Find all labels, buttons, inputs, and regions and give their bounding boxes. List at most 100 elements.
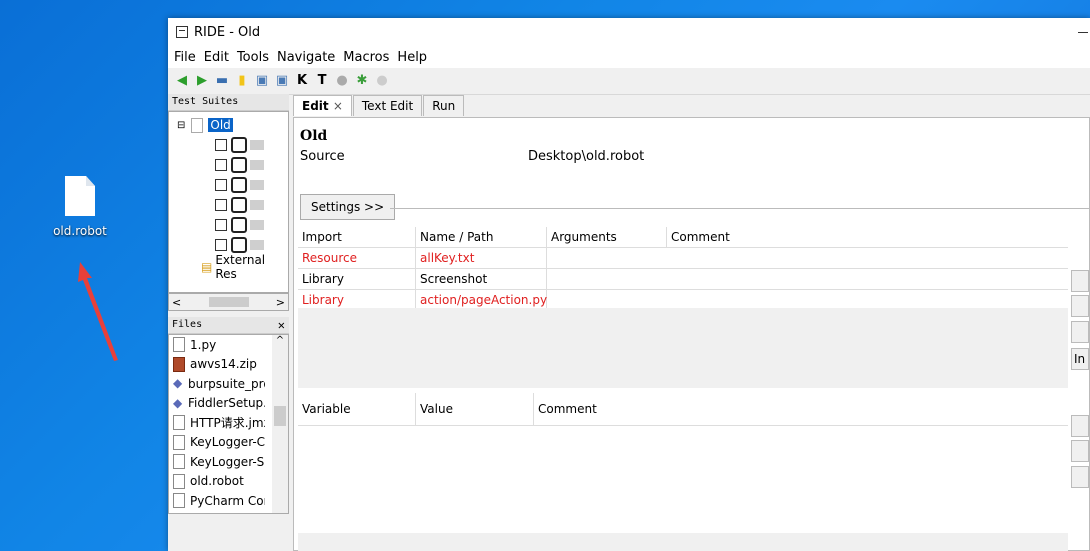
table-header: Import Name / Path Arguments Comment	[298, 227, 1068, 248]
menu-help[interactable]: Help	[397, 50, 427, 65]
testcase-icon	[231, 157, 247, 173]
scroll-thumb[interactable]	[274, 406, 286, 426]
text-icon[interactable]: T	[314, 73, 330, 89]
save-icon[interactable]: ▣	[254, 73, 270, 89]
toolbar: ◀ ▶ ▬ ▮ ▣ ▣ K T ● ✱ ●	[168, 68, 1090, 95]
table-row[interactable]: Library Screenshot	[298, 269, 1068, 290]
run-icon[interactable]: ●	[334, 73, 350, 89]
app-icon	[176, 26, 188, 38]
scroll-left-icon[interactable]: <	[172, 296, 181, 309]
tree-item[interactable]	[215, 136, 264, 154]
tree-item[interactable]	[215, 176, 264, 194]
import-path: allKey.txt	[416, 248, 547, 268]
file-item[interactable]: awvs14.zip	[169, 355, 265, 375]
close-icon[interactable]: ✕	[278, 317, 285, 333]
file-item[interactable]: KeyLogger-C	[169, 433, 265, 453]
side-button[interactable]	[1071, 295, 1089, 317]
table-header: Variable Value Comment	[298, 393, 1068, 426]
file-item[interactable]: old.robot	[169, 472, 265, 492]
text-file-icon	[173, 434, 185, 450]
files-list[interactable]: 1.py awvs14.zip ◆ burpsuite_pro ◆ FiddlerS…	[168, 334, 289, 514]
file-name: FiddlerSetup.	[188, 396, 265, 411]
files-vscroll[interactable]: ^	[272, 335, 288, 513]
scroll-up-icon[interactable]: ^	[272, 335, 288, 346]
file-icon	[65, 176, 95, 216]
new-file-icon[interactable]: ▮	[234, 73, 250, 89]
checkbox[interactable]	[215, 199, 227, 211]
tab-bar: Edit × Text Edit Run	[293, 94, 1090, 116]
side-button[interactable]	[1071, 321, 1089, 343]
tree-item[interactable]	[215, 216, 264, 234]
redacted-label	[250, 180, 264, 190]
menu-edit[interactable]: Edit	[204, 50, 229, 65]
side-button-in[interactable]: In	[1071, 348, 1089, 370]
menu-navigate[interactable]: Navigate	[277, 50, 335, 65]
checkbox[interactable]	[215, 239, 227, 251]
checkbox[interactable]	[215, 219, 227, 231]
imports-table[interactable]: Import Name / Path Arguments Comment Res…	[298, 227, 1068, 311]
suite-name: Old	[300, 128, 328, 144]
test-suites-tree[interactable]: ⊟ Old ▤ External Res	[168, 111, 289, 293]
file-item[interactable]: 1.py	[169, 335, 265, 355]
checkbox[interactable]	[215, 159, 227, 171]
redacted-label	[250, 200, 264, 210]
file-item[interactable]: HTTP请求.jmx	[169, 413, 265, 433]
scroll-right-icon[interactable]: >	[276, 296, 285, 309]
import-path: action/pageAction.py	[416, 290, 547, 310]
minimize-icon[interactable]	[1078, 31, 1088, 33]
debug-icon[interactable]: ✱	[354, 73, 370, 89]
file-item[interactable]: KeyLogger-S	[169, 452, 265, 472]
desktop-file-icon[interactable]: old.robot	[44, 176, 116, 238]
tree-hscroll[interactable]: < >	[168, 293, 289, 311]
col-import: Import	[298, 227, 416, 247]
file-item[interactable]: ◆ burpsuite_pro	[169, 374, 265, 394]
tree-root-label[interactable]: Old	[208, 118, 233, 132]
file-item[interactable]: ◆ FiddlerSetup.	[169, 394, 265, 414]
scroll-thumb[interactable]	[208, 297, 249, 307]
side-button[interactable]	[1071, 415, 1089, 437]
menu-tools[interactable]: Tools	[237, 50, 269, 65]
text-file-icon	[173, 415, 185, 431]
side-button[interactable]	[1071, 270, 1089, 292]
collapse-icon[interactable]: ⊟	[177, 120, 185, 131]
tree-item[interactable]	[215, 236, 264, 254]
zip-icon	[173, 356, 185, 372]
close-tab-icon[interactable]: ×	[333, 99, 343, 113]
files-title: Files	[172, 319, 203, 330]
col-name-path: Name / Path	[416, 227, 547, 247]
variables-table[interactable]: Variable Value Comment	[298, 393, 1068, 426]
file-name: KeyLogger-C	[190, 435, 265, 450]
stop-icon[interactable]: ●	[374, 73, 390, 89]
forward-arrow-icon[interactable]: ▶	[194, 73, 210, 89]
tree-item[interactable]	[215, 156, 264, 174]
tab-edit-label: Edit	[302, 99, 329, 113]
checkbox[interactable]	[215, 179, 227, 191]
tab-run[interactable]: Run	[423, 95, 465, 116]
imports-empty-area	[298, 308, 1068, 388]
back-arrow-icon[interactable]: ◀	[174, 73, 190, 89]
file-item[interactable]: PyCharm Cor	[169, 491, 265, 511]
testcase-icon	[231, 237, 247, 253]
tab-text-edit[interactable]: Text Edit	[352, 95, 423, 116]
table-row[interactable]: Resource allKey.txt	[298, 248, 1068, 269]
menu-macros[interactable]: Macros	[343, 50, 389, 65]
open-folder-icon[interactable]: ▬	[214, 73, 230, 89]
text-file-icon	[173, 493, 185, 509]
settings-button[interactable]: Settings >>	[300, 194, 396, 220]
import-path: Screenshot	[416, 269, 547, 289]
menu-file[interactable]: File	[174, 50, 196, 65]
tab-edit[interactable]: Edit ×	[293, 95, 352, 116]
left-pane: Test Suites ⊟ Old ▤ External Res < > File…	[168, 94, 289, 544]
save-all-icon[interactable]: ▣	[274, 73, 290, 89]
col-variable: Variable	[298, 393, 416, 425]
title-bar: RIDE - Old	[168, 18, 1090, 46]
tree-item[interactable]	[215, 196, 264, 214]
side-button[interactable]	[1071, 440, 1089, 462]
desktop-icon-label: old.robot	[53, 224, 107, 238]
checkbox[interactable]	[215, 139, 227, 151]
tree-root[interactable]: ⊟ Old	[177, 116, 233, 134]
keyword-icon[interactable]: K	[294, 73, 310, 89]
col-value: Value	[416, 393, 534, 425]
external-resources-item[interactable]: ▤ External Res	[201, 253, 288, 281]
side-button[interactable]	[1071, 466, 1089, 488]
